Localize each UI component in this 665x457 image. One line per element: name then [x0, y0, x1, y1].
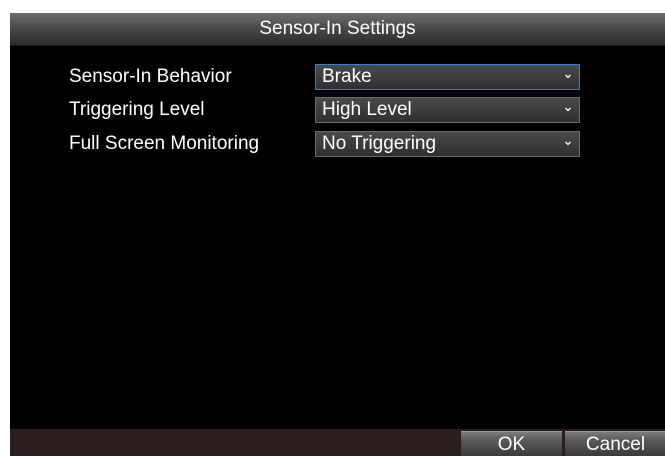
- sensor-in-behavior-value: Brake: [322, 66, 372, 87]
- dialog-title: Sensor-In Settings: [259, 18, 416, 39]
- row-full-screen-monitoring: Full Screen Monitoring No Triggering: [10, 131, 665, 157]
- full-screen-monitoring-value: No Triggering: [322, 133, 437, 154]
- triggering-level-value: High Level: [322, 99, 412, 120]
- chevron-down-icon: [565, 107, 571, 112]
- chevron-down-icon: [565, 141, 571, 146]
- sensor-in-behavior-select[interactable]: Brake: [315, 64, 580, 90]
- sensor-in-behavior-label: Sensor-In Behavior: [69, 66, 232, 87]
- title-bar: Sensor-In Settings: [10, 13, 665, 46]
- row-triggering-level: Triggering Level High Level: [10, 97, 665, 123]
- full-screen-monitoring-label: Full Screen Monitoring: [69, 133, 260, 154]
- triggering-level-select[interactable]: High Level: [315, 97, 580, 123]
- ok-button[interactable]: OK: [461, 431, 562, 456]
- cancel-button[interactable]: Cancel: [565, 431, 665, 456]
- chevron-down-icon: [565, 74, 571, 79]
- button-bar: OK Cancel: [10, 429, 665, 456]
- triggering-level-label: Triggering Level: [69, 99, 205, 120]
- row-sensor-in-behavior: Sensor-In Behavior Brake: [10, 64, 665, 90]
- sensor-in-settings-dialog: Sensor-In Settings Sensor-In Behavior Br…: [10, 13, 665, 456]
- full-screen-monitoring-select[interactable]: No Triggering: [315, 131, 580, 157]
